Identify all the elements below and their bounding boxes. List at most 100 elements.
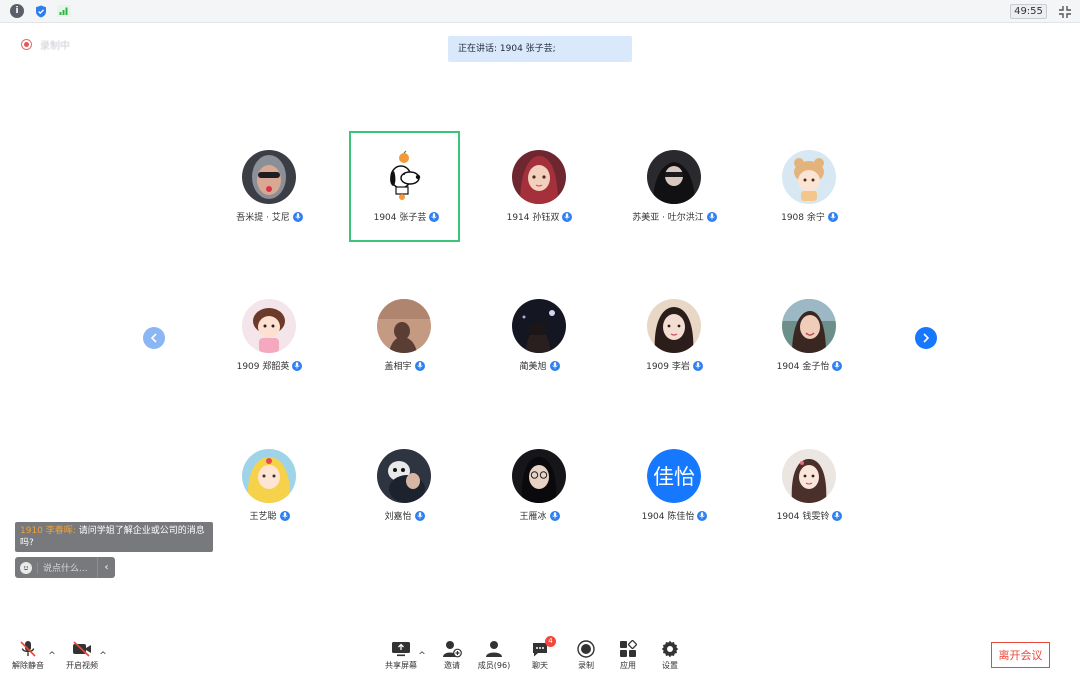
participant-name: 蔺美旭	[464, 359, 615, 372]
collapse-icon[interactable]	[1058, 4, 1072, 18]
participant-tile[interactable]: 盖相宇	[349, 280, 460, 391]
participant-name: 盖相宇	[329, 359, 480, 372]
avatar	[242, 150, 296, 204]
mic-icon	[549, 360, 560, 371]
participant-tile[interactable]: 刘嘉怡	[349, 430, 460, 541]
mic-icon	[827, 211, 838, 222]
record-label: 录制	[578, 661, 594, 670]
info-icon[interactable]: i	[10, 4, 24, 18]
microphone-muted-icon	[17, 639, 39, 659]
next-page-button[interactable]	[915, 327, 937, 349]
unmute-button[interactable]: 解除静音	[8, 639, 48, 671]
participant-name: 刘嘉怡	[329, 509, 480, 522]
snoopy-avatar	[377, 150, 431, 204]
chevron-right-icon	[923, 333, 930, 343]
participant-name: 1904 金子怡	[734, 359, 885, 372]
chat-input[interactable]: 说点什么...	[43, 561, 93, 574]
participant-name: 1908 余宁	[734, 210, 885, 223]
participant-tile[interactable]: 1904 金子怡	[754, 280, 865, 391]
participant-tile[interactable]: 王雁冰	[484, 430, 595, 541]
avatar	[782, 299, 836, 353]
apps-label: 应用	[620, 661, 636, 670]
text-avatar: 佳怡	[647, 449, 701, 503]
camera-off-icon	[71, 639, 93, 659]
emoji-icon[interactable]	[20, 561, 32, 574]
mic-icon	[549, 510, 560, 521]
members-label: 成员(96)	[477, 661, 511, 670]
participant-tile[interactable]: 1904 钱雯铃	[754, 430, 865, 541]
participant-name: 王艺聪	[194, 509, 345, 522]
chevron-up-icon[interactable]: ^	[98, 651, 108, 661]
recording-indicator: 录制中	[21, 37, 70, 52]
avatar	[242, 449, 296, 503]
participant-tile[interactable]: 佳怡 1904 陈佳怡	[619, 430, 730, 541]
signal-icon[interactable]	[57, 4, 71, 18]
participant-name: 1904 陈佳怡	[599, 509, 750, 522]
participant-name: 1909 李岩	[599, 359, 750, 372]
mic-icon	[832, 360, 843, 371]
avatar	[242, 299, 296, 353]
mic-icon	[697, 510, 708, 521]
chevron-left-icon	[150, 333, 157, 343]
participant-name: 1909 郑韶英	[194, 359, 345, 372]
mic-icon	[292, 360, 303, 371]
chevron-left-icon[interactable]: ‹	[97, 557, 115, 578]
participant-tile[interactable]: 1908 余宁	[754, 131, 865, 242]
apps-icon	[617, 639, 639, 659]
share-screen-label: 共享屏幕	[385, 661, 417, 670]
avatar	[647, 299, 701, 353]
recording-label: 录制中	[40, 41, 70, 52]
avatar	[512, 150, 566, 204]
participant-tile[interactable]: 1909 郑韶英	[214, 280, 325, 391]
participant-name: 苏美亚 · 吐尔洪江	[599, 210, 750, 223]
record-button[interactable]: 录制	[566, 639, 606, 671]
participant-tile[interactable]: 1914 孙钰双	[484, 131, 595, 242]
unread-badge: 4	[545, 636, 556, 647]
shield-icon[interactable]	[34, 4, 48, 18]
mic-icon	[706, 211, 717, 222]
chat-input-bar[interactable]: 说点什么... ‹	[15, 557, 115, 578]
chat-label: 聊天	[532, 661, 548, 670]
participant-name: 1904 钱雯铃	[734, 509, 885, 522]
avatar	[647, 150, 701, 204]
meeting-timer: 49:55	[1010, 4, 1047, 19]
members-icon	[483, 639, 505, 659]
previous-page-button[interactable]	[143, 327, 165, 349]
invite-button[interactable]: 邀请	[432, 639, 472, 671]
participant-tile[interactable]: 吾米提 · 艾尼	[214, 131, 325, 242]
avatar	[512, 299, 566, 353]
chat-message: 1910 李春晖: 请问学姐了解企业或公司的消息吗?	[15, 522, 213, 552]
gear-icon	[659, 639, 681, 659]
chat-sender: 1910 李春晖:	[20, 526, 76, 536]
chat-button[interactable]: 4 聊天	[520, 636, 560, 671]
mic-icon	[692, 360, 703, 371]
avatar	[377, 449, 431, 503]
leave-meeting-button[interactable]: 离开会议	[991, 642, 1050, 668]
participant-tile[interactable]: 1909 李岩	[619, 280, 730, 391]
participant-tile-active[interactable]: 1904 张子芸	[349, 131, 460, 242]
chevron-up-icon[interactable]: ^	[417, 651, 427, 661]
start-video-button[interactable]: 开启视频	[62, 639, 102, 671]
participant-tile[interactable]: 苏美亚 · 吐尔洪江	[619, 131, 730, 242]
settings-label: 设置	[662, 661, 678, 670]
divider	[37, 561, 38, 574]
record-dot-icon	[21, 39, 32, 50]
mic-icon	[292, 211, 303, 222]
members-button[interactable]: 成员(96)	[474, 639, 514, 671]
record-icon	[575, 639, 597, 659]
chat-icon: 4	[529, 636, 556, 659]
mic-icon	[832, 510, 843, 521]
apps-button[interactable]: 应用	[608, 639, 648, 671]
chevron-up-icon[interactable]: ^	[47, 651, 57, 661]
avatar	[512, 449, 566, 503]
share-screen-button[interactable]: 共享屏幕	[381, 639, 421, 671]
participant-tile[interactable]: 王艺聪	[214, 430, 325, 541]
settings-button[interactable]: 设置	[650, 639, 690, 671]
mic-icon	[414, 510, 425, 521]
speaking-banner: 正在讲话: 1904 张子芸;	[448, 36, 632, 62]
mic-icon	[279, 510, 290, 521]
participant-name: 1914 孙钰双	[464, 210, 615, 223]
participant-name: 吾米提 · 艾尼	[194, 210, 345, 223]
unmute-label: 解除静音	[12, 661, 44, 670]
participant-tile[interactable]: 蔺美旭	[484, 280, 595, 391]
